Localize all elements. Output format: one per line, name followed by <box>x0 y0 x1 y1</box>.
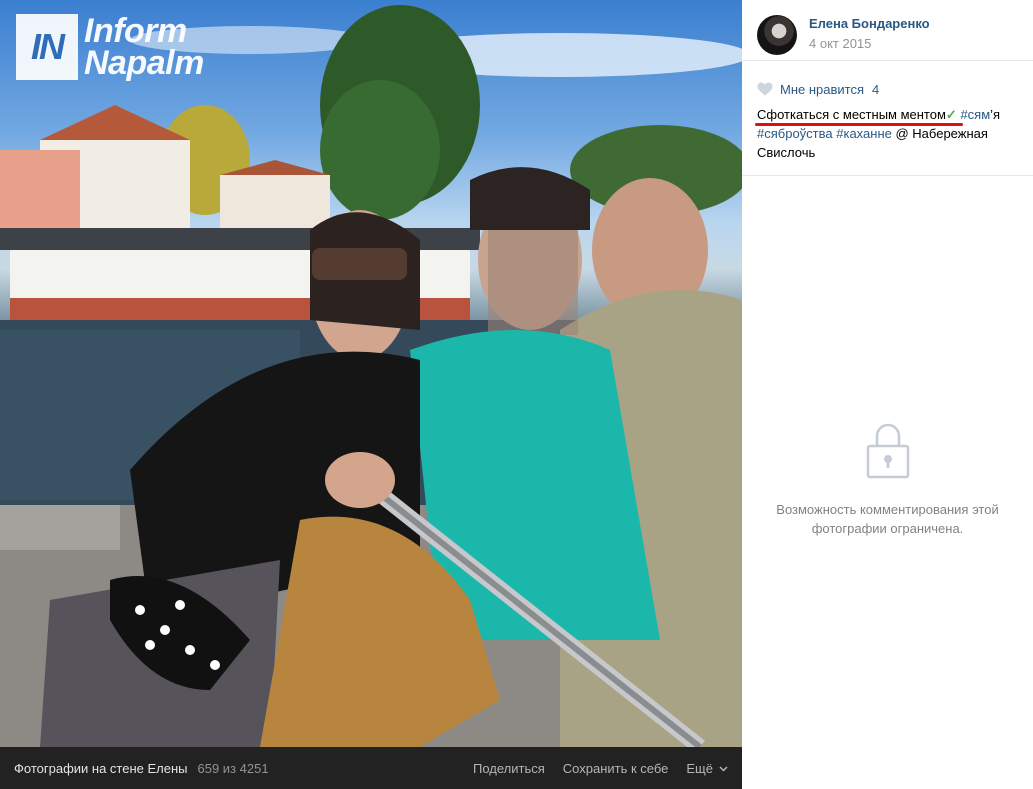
hashtag-link[interactable]: #каханне <box>836 126 892 141</box>
like-label: Мне нравится <box>780 81 865 97</box>
like-count[interactable]: 4 <box>872 82 879 97</box>
author-name-link[interactable]: Елена Бондаренко <box>809 15 930 33</box>
chevron-down-icon <box>719 766 728 772</box>
hashtag-link[interactable]: #сям <box>960 107 990 122</box>
heart-icon <box>757 82 773 96</box>
post-date[interactable]: 4 окт 2015 <box>809 33 930 55</box>
more-label: Ещё <box>686 760 713 776</box>
hashtag-suffix: ’я <box>990 107 1001 122</box>
comments-restricted-block: Возможность комментирования этой фотогра… <box>742 420 1033 538</box>
photo-caption: Сфоткаться с местным ментом✓ #сям’я #сяб… <box>757 105 1027 163</box>
photo-scene <box>0 5 742 747</box>
like-button[interactable]: Мне нравится 4 <box>757 75 1018 103</box>
caption-text: Сфоткаться с местным ментом <box>757 107 946 122</box>
divider <box>742 60 1033 61</box>
album-title-link[interactable]: Фотографии на стене Елены <box>14 761 188 776</box>
watermark-text: Inform Napalm <box>84 12 204 82</box>
post-body: Мне нравится 4 Сфоткаться с местным мент… <box>742 75 1033 163</box>
hashtag-link[interactable]: #сяброўства <box>757 126 833 141</box>
photo-side-panel: Елена Бондаренко 4 окт 2015 Мне нравится… <box>742 0 1033 789</box>
share-button[interactable]: Поделиться <box>473 761 545 776</box>
author-block: Елена Бондаренко 4 окт 2015 <box>742 0 1033 60</box>
caption-highlighted-text: Сфоткаться с местным ментом✓ <box>757 107 957 122</box>
photo-bottom-bar: Фотографии на стене Елены 659 из 4251 По… <box>0 747 742 789</box>
watermark-line-2: Napalm <box>84 44 204 82</box>
author-info: Елена Бондаренко 4 окт 2015 <box>809 15 930 55</box>
watermark-badge: IN <box>16 14 78 80</box>
watermark-line-1: Inform <box>84 12 187 50</box>
comments-restricted-text: Возможность комментирования этой фотогра… <box>776 502 999 536</box>
more-actions-button[interactable]: Ещё <box>686 761 728 776</box>
avatar[interactable] <box>757 15 797 55</box>
photo-viewer-image[interactable]: IN Inform Napalm <box>0 0 742 747</box>
photo-counter: 659 из 4251 <box>197 760 269 776</box>
lock-icon <box>866 423 909 479</box>
watermark-logo: IN Inform Napalm <box>16 14 204 80</box>
save-to-album-button[interactable]: Сохранить к себе <box>563 761 669 776</box>
checkmark-icon: ✓ <box>945 107 957 122</box>
divider <box>742 175 1033 176</box>
